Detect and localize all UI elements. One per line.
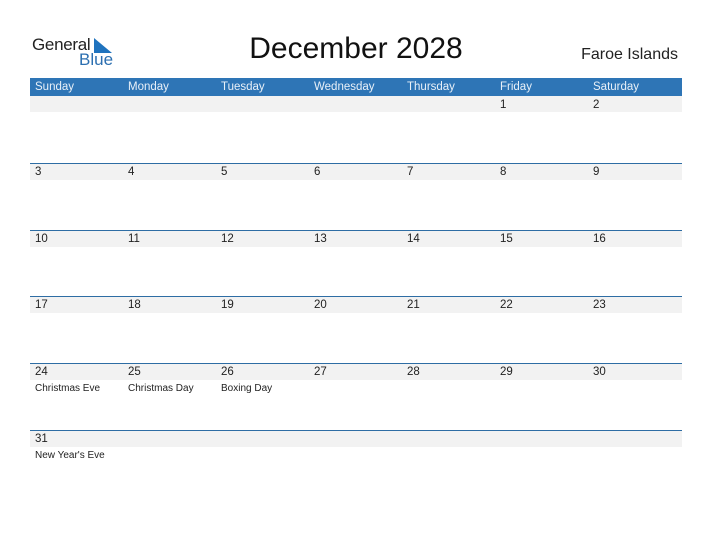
- day-number: 10: [35, 233, 48, 245]
- week-row: 3 4 5 6 7 8 9: [30, 163, 682, 230]
- day-number: 19: [221, 299, 234, 311]
- day-cell: 27: [309, 363, 402, 430]
- country-name: Faroe Islands: [581, 46, 678, 63]
- weekday-tuesday: Tuesday: [221, 81, 265, 93]
- day-cell: 3: [30, 163, 123, 230]
- day-cell: 13: [309, 230, 402, 297]
- day-cell: 12: [216, 230, 309, 297]
- day-number: 6: [314, 166, 321, 178]
- day-number: 24: [35, 366, 48, 378]
- day-cell: [309, 96, 402, 163]
- day-cell: 1: [495, 96, 588, 163]
- day-number: 18: [128, 299, 141, 311]
- day-cell: 20: [309, 296, 402, 363]
- week-row: 17 18 19 20 21 22 23: [30, 296, 682, 363]
- day-cell: 10: [30, 230, 123, 297]
- day-cell: 2: [588, 96, 681, 163]
- day-cell: 18: [123, 296, 216, 363]
- day-number: 31: [35, 433, 48, 445]
- day-cell: 19: [216, 296, 309, 363]
- day-number: 21: [407, 299, 420, 311]
- holiday-label: Boxing Day: [221, 383, 273, 394]
- day-cell: [123, 96, 216, 163]
- day-number: 12: [221, 233, 234, 245]
- day-cell: [216, 96, 309, 163]
- day-cell: 22: [495, 296, 588, 363]
- day-cell: 25 Christmas Day: [123, 363, 216, 430]
- day-cell: 8: [495, 163, 588, 230]
- day-cell: 24 Christmas Eve: [30, 363, 123, 430]
- day-number: 11: [128, 233, 140, 245]
- day-cell: 11: [123, 230, 216, 297]
- day-number: 5: [221, 166, 228, 178]
- weekday-thursday: Thursday: [407, 81, 455, 93]
- weekday-saturday: Saturday: [593, 81, 640, 93]
- day-number: 1: [500, 99, 507, 111]
- day-cell: [402, 96, 495, 163]
- weekday-sunday: Sunday: [35, 81, 75, 93]
- holiday-label: Christmas Eve: [35, 383, 101, 394]
- day-number: 23: [593, 299, 606, 311]
- weekday-wednesday: Wednesday: [314, 81, 375, 93]
- day-number: 22: [500, 299, 513, 311]
- day-cell: 17: [30, 296, 123, 363]
- day-number: 3: [35, 166, 42, 178]
- day-number: 20: [314, 299, 327, 311]
- day-number: 14: [407, 233, 420, 245]
- day-cell: 23: [588, 296, 681, 363]
- day-cell: 21: [402, 296, 495, 363]
- week-row: 24 Christmas Eve 25 Christmas Day 26 Boxing D…: [30, 363, 682, 430]
- day-number: 25: [128, 366, 141, 378]
- day-number: 8: [500, 166, 507, 178]
- day-cell: [30, 96, 123, 163]
- day-number: 27: [314, 366, 327, 378]
- day-number: 2: [593, 99, 600, 111]
- day-number: 17: [35, 299, 48, 311]
- week-row: 31 New Year's Eve: [30, 430, 682, 497]
- holiday-label: Christmas Day: [128, 383, 194, 394]
- day-number: 13: [314, 233, 327, 245]
- weekday-monday: Monday: [128, 81, 169, 93]
- day-number: 15: [500, 233, 513, 245]
- day-number: 26: [221, 366, 234, 378]
- day-cell: 9: [588, 163, 681, 230]
- day-number: 29: [500, 366, 513, 378]
- day-number: 28: [407, 366, 420, 378]
- day-cell: 15: [495, 230, 588, 297]
- day-number: 16: [593, 233, 606, 245]
- day-number: 7: [407, 166, 414, 178]
- day-cell: 6: [309, 163, 402, 230]
- weekday-header: Sunday Monday Tuesday Wednesday Thursday Frid…: [30, 78, 682, 96]
- day-cell: 5: [216, 163, 309, 230]
- day-number: 9: [593, 166, 600, 178]
- day-cell: 16: [588, 230, 681, 297]
- week-row: 12: [30, 96, 682, 163]
- date-strip: [30, 431, 682, 447]
- weekday-friday: Friday: [500, 81, 532, 93]
- day-number: 4: [128, 166, 135, 178]
- week-row: 10 11 12 13 14 15 16: [30, 230, 682, 297]
- day-cell: 4: [123, 163, 216, 230]
- day-cell: 7: [402, 163, 495, 230]
- day-number: 30: [593, 366, 606, 378]
- day-cell: 28: [402, 363, 495, 430]
- day-cell: 14: [402, 230, 495, 297]
- day-cell: 29: [495, 363, 588, 430]
- day-cell: 30: [588, 363, 681, 430]
- day-cell: 26 Boxing Day: [216, 363, 309, 430]
- holiday-label: New Year's Eve: [35, 450, 105, 461]
- day-cell: 31 New Year's Eve: [30, 430, 123, 497]
